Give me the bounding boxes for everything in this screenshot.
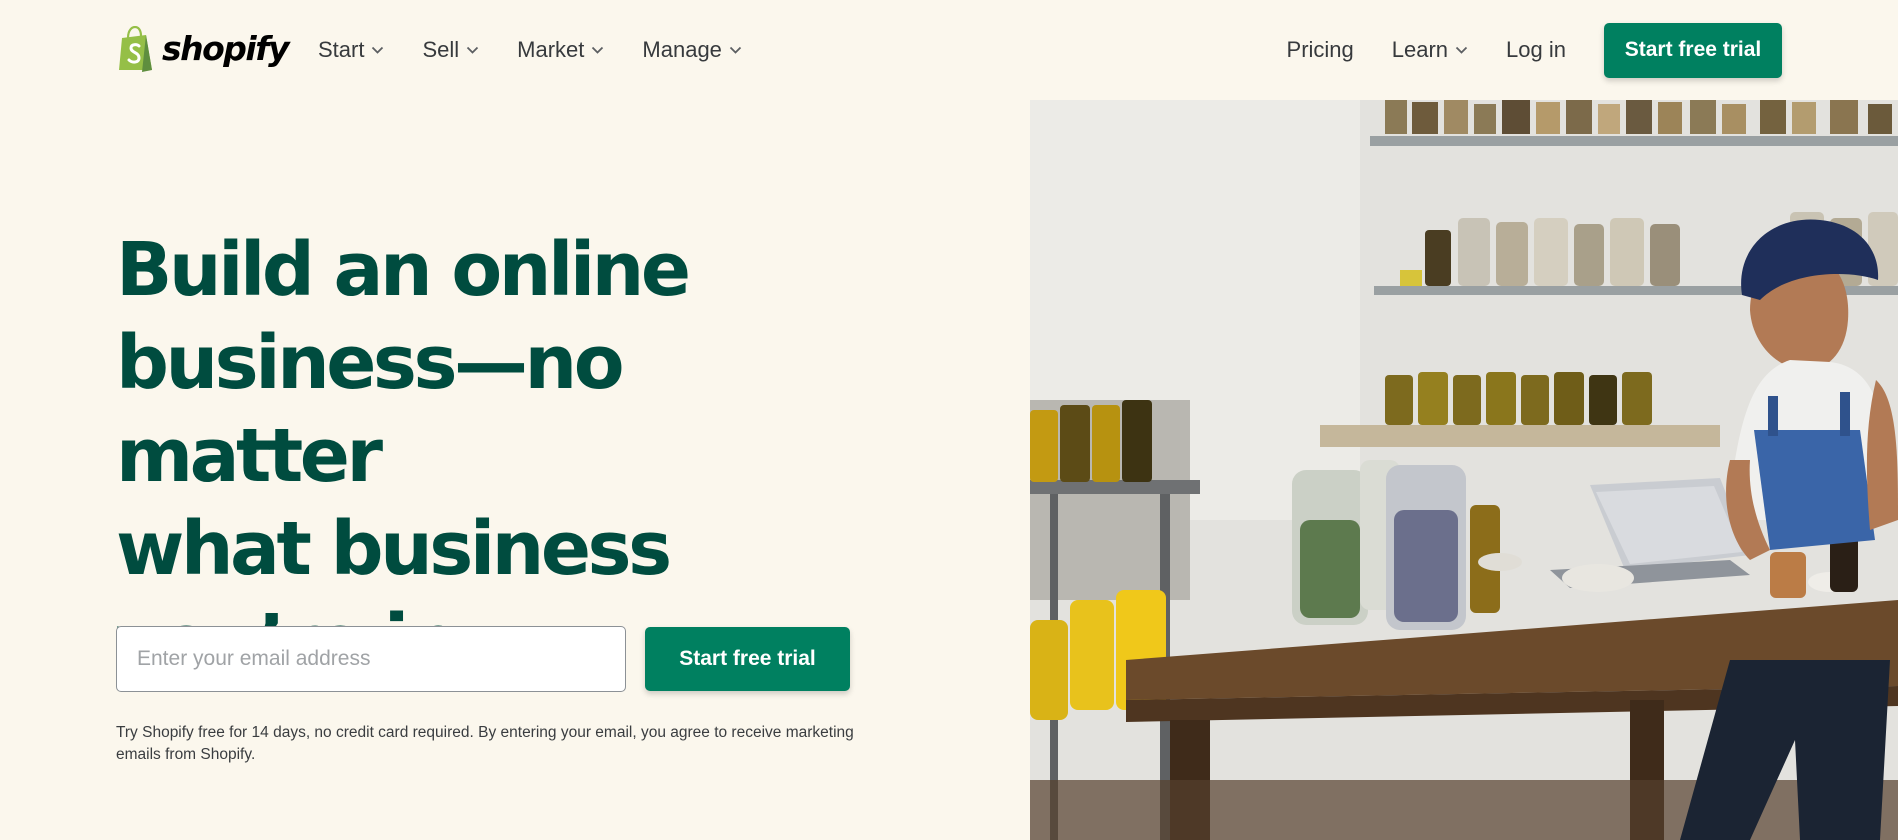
nav-item-market[interactable]: Market — [517, 37, 604, 63]
hero-heading-line: business—no matter — [116, 320, 625, 499]
logo-wordmark: shopify — [162, 28, 290, 68]
nav-item-label: Start — [318, 37, 365, 62]
top-navigation: shopify Start Sell Market Manage Pricing… — [0, 0, 1898, 100]
shopify-homepage: shopify Start Sell Market Manage Pricing… — [0, 0, 1898, 840]
hero-heading: Build an online business—no matter what … — [116, 224, 876, 689]
nav-start-trial-button[interactable]: Start free trial — [1604, 22, 1782, 78]
chevron-down-icon — [467, 46, 479, 54]
nav-item-start[interactable]: Start — [318, 37, 384, 63]
hero-photo — [1030, 100, 1898, 840]
shopping-bag-logo-icon — [119, 26, 152, 72]
nav-item-sell[interactable]: Sell — [422, 37, 479, 63]
chevron-down-icon — [1455, 46, 1468, 54]
nav-item-label: Log in — [1506, 37, 1566, 62]
hero-photo-illustration — [1030, 100, 1898, 840]
chevron-down-icon — [729, 46, 742, 54]
nav-item-label: Manage — [642, 37, 722, 62]
hero-start-trial-button[interactable]: Start free trial — [645, 627, 850, 691]
chevron-down-icon — [372, 46, 384, 54]
primary-nav: Start Sell Market Manage — [318, 30, 780, 70]
nav-item-label: Learn — [1391, 37, 1449, 62]
nav-item-manage[interactable]: Manage — [642, 37, 742, 63]
nav-item-label: Pricing — [1286, 37, 1354, 62]
nav-item-label: Market — [517, 37, 585, 62]
nav-item-label: Sell — [422, 37, 460, 62]
hero-heading-line: what business — [116, 506, 672, 592]
hero-heading-line: Build an online — [116, 227, 691, 313]
shopify-logo[interactable]: shopify — [116, 26, 290, 72]
nav-item-login[interactable]: Log in — [1506, 37, 1566, 63]
secondary-nav: Pricing Learn Log in Start free trial — [1287, 22, 1782, 78]
nav-item-learn[interactable]: Learn — [1392, 37, 1468, 63]
signup-disclaimer: Try Shopify free for 14 days, no credit … — [116, 724, 854, 763]
chevron-down-icon — [592, 46, 604, 54]
email-input[interactable] — [116, 626, 626, 692]
nav-item-pricing[interactable]: Pricing — [1287, 37, 1354, 63]
